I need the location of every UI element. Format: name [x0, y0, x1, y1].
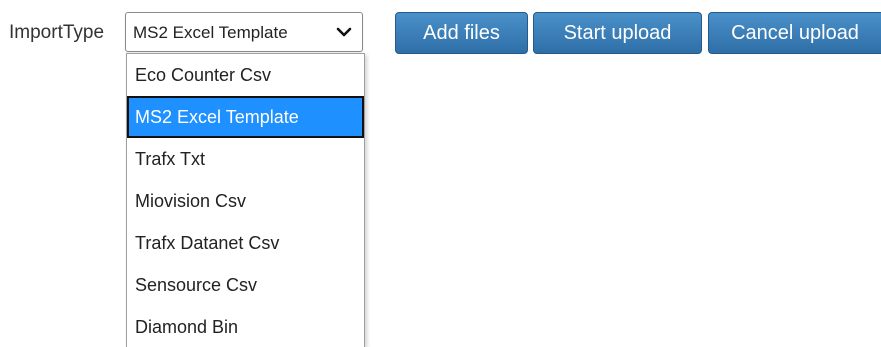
add-files-button[interactable]: Add files [395, 12, 528, 54]
option-trafx-datanet-csv[interactable]: Trafx Datanet Csv [127, 222, 364, 264]
option-trafx-txt[interactable]: Trafx Txt [127, 138, 364, 180]
option-sensource-csv[interactable]: Sensource Csv [127, 264, 364, 306]
import-type-select[interactable]: MS2 Excel Template [125, 12, 363, 52]
option-diamond-bin[interactable]: Diamond Bin [127, 306, 364, 347]
import-type-selected-value: MS2 Excel Template [133, 23, 288, 42]
option-eco-counter-csv[interactable]: Eco Counter Csv [127, 54, 364, 96]
start-upload-button[interactable]: Start upload [533, 12, 702, 54]
import-type-dropdown-list: Eco Counter Csv MS2 Excel Template Trafx… [126, 53, 365, 347]
option-ms2-excel-template[interactable]: MS2 Excel Template [127, 96, 364, 138]
chevron-down-icon [336, 27, 352, 37]
option-miovision-csv[interactable]: Miovision Csv [127, 180, 364, 222]
cancel-upload-button[interactable]: Cancel upload [708, 12, 881, 54]
import-type-label: ImportType [9, 22, 105, 43]
